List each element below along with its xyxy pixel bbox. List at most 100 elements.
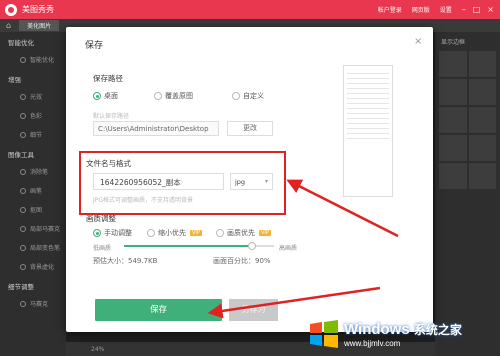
estimated-size-label: 预估大小：: [93, 257, 128, 265]
thumbnail[interactable]: [468, 79, 496, 105]
tool-label: 智能优化: [30, 57, 55, 64]
thumbnail[interactable]: [439, 135, 467, 161]
slider-high-label: 高画质: [279, 245, 298, 252]
preview-line: [347, 88, 389, 89]
radio-size-first[interactable]: 缩小优先 VIP: [147, 228, 202, 238]
format-select[interactable]: jpg ▾: [230, 173, 273, 190]
section-title: 细节调整: [8, 283, 34, 291]
format-value: jpg: [235, 178, 246, 186]
tool-icon: [20, 300, 26, 307]
thumbnail[interactable]: [439, 107, 467, 133]
close-window-icon[interactable]: ×: [487, 5, 494, 14]
slider-low-label: 低画质: [93, 245, 112, 252]
title-bar: 美图秀秀 帐户登录 网页版 设置 – □ ×: [0, 0, 500, 19]
tool-item[interactable]: 色彩: [0, 106, 66, 125]
preview-line: [347, 93, 389, 94]
tool-item[interactable]: 智能优化: [0, 50, 66, 69]
quality-slider[interactable]: [124, 242, 274, 250]
home-icon[interactable]: ⌂: [6, 21, 11, 30]
thumbnail[interactable]: [468, 107, 496, 133]
preview-line: [347, 133, 389, 134]
tab-beautify[interactable]: 美化图片: [19, 20, 60, 31]
estimated-size-value: 549.7KB: [128, 257, 158, 265]
save-path-field[interactable]: C:\Users\Administrator\Desktop: [93, 121, 219, 136]
tool-label: 色彩: [30, 113, 43, 120]
quality-percent-label: 画面百分比：: [213, 257, 255, 265]
watermark-url: www.bjjmlv.com: [344, 338, 401, 348]
radio-desktop[interactable]: 桌面: [93, 91, 118, 101]
slider-thumb[interactable]: [247, 242, 256, 250]
thumbnail[interactable]: [439, 51, 467, 77]
tool-item[interactable]: 马赛克: [0, 294, 66, 313]
web-version-link[interactable]: 网页版: [412, 5, 430, 14]
tool-label: 画笔: [30, 188, 43, 195]
save-dialog: 保存 × 保存路径 桌面 覆盖原图 自定义 默认保存路径 C:\Users\Ad…: [66, 27, 433, 332]
vip-badge: VIP: [259, 230, 271, 236]
filename-format-label: 文件名与格式: [86, 159, 131, 168]
preview-line: [347, 138, 389, 139]
tool-label: 细节: [30, 132, 43, 139]
radio-label: 手动调整: [104, 229, 132, 237]
right-panel: 显示边框: [435, 32, 500, 356]
radio-quality-first[interactable]: 画质优先 VIP: [216, 228, 271, 238]
tool-label: 局部马赛克: [30, 226, 61, 233]
tool-item[interactable]: 画笔: [0, 181, 66, 200]
radio-label: 覆盖原图: [165, 92, 193, 100]
thumbnail[interactable]: [439, 79, 467, 105]
thumbnail[interactable]: [468, 51, 496, 77]
quality-label: 画质调整: [86, 214, 116, 223]
save-button[interactable]: 保存: [95, 299, 222, 321]
tool-icon: [20, 187, 26, 194]
watermark-title: Windows: [344, 320, 410, 338]
close-icon[interactable]: ×: [414, 36, 422, 47]
change-path-button[interactable]: 更改: [227, 121, 273, 136]
account-login-link[interactable]: 帐户登录: [378, 5, 402, 14]
minimize-icon[interactable]: –: [462, 5, 466, 14]
format-hint: JPG格式可调整画质，不支持透明背景: [93, 197, 194, 204]
tool-item[interactable]: 细节: [0, 125, 66, 144]
quality-percent: 画面百分比：90%: [213, 256, 271, 266]
section-title: 图像工具: [8, 151, 34, 159]
tool-icon: [20, 244, 26, 251]
maximize-icon[interactable]: □: [473, 5, 481, 14]
radio-overwrite[interactable]: 覆盖原图: [154, 91, 193, 101]
thumbnail[interactable]: [439, 163, 467, 189]
tool-item[interactable]: 局部变色笔: [0, 238, 66, 257]
thumbnail[interactable]: [468, 135, 496, 161]
tool-label: 光效: [30, 94, 43, 101]
tool-label: 背景虚化: [30, 264, 55, 271]
section-title: 增强: [8, 76, 21, 84]
radio-icon: [93, 229, 101, 237]
settings-link[interactable]: 设置: [440, 5, 452, 14]
tool-icon: [20, 112, 26, 119]
tool-icon: [20, 131, 26, 138]
tool-item[interactable]: 背景虚化: [0, 257, 66, 276]
radio-icon: [93, 92, 101, 100]
tool-label: 抠图: [30, 207, 43, 214]
quality-percent-value: 90%: [255, 257, 271, 265]
tool-item[interactable]: 消除笔: [0, 162, 66, 181]
tool-item[interactable]: 光效: [0, 87, 66, 106]
radio-custom[interactable]: 自定义: [232, 91, 264, 101]
preview-line: [347, 73, 389, 74]
app-title: 美图秀秀: [22, 5, 54, 14]
preview-line: [347, 98, 389, 99]
radio-icon: [147, 229, 155, 237]
zoom-level[interactable]: 24%: [91, 346, 104, 353]
preview-line: [347, 78, 389, 79]
save-as-button[interactable]: 另存为: [229, 299, 278, 321]
radio-manual[interactable]: 手动调整: [93, 228, 132, 238]
tool-icon: [20, 56, 26, 63]
tool-item[interactable]: 局部马赛克: [0, 219, 66, 238]
tool-item[interactable]: 抠图: [0, 200, 66, 219]
filename-field[interactable]: 1642260956052_副本: [93, 173, 224, 190]
tool-label: 马赛克: [30, 301, 49, 308]
vip-badge: VIP: [190, 230, 202, 236]
preview-line: [347, 118, 389, 119]
chevron-down-icon: ▾: [264, 178, 268, 185]
thumbnail[interactable]: [468, 163, 496, 189]
radio-icon: [216, 229, 224, 237]
preview-line: [347, 128, 389, 129]
preview-line: [347, 108, 389, 109]
estimated-size: 预估大小：549.7KB: [93, 256, 157, 266]
